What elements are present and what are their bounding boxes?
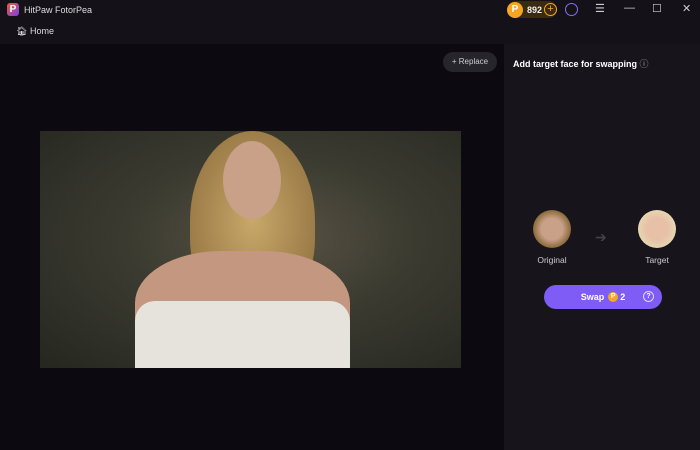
home-link[interactable]: 🏠︎ Home	[16, 26, 54, 37]
coin-count: 892	[527, 4, 543, 15]
swap-panel	[504, 44, 700, 450]
add-coins-icon[interactable]: +	[544, 3, 557, 16]
swap-cost: 2	[620, 292, 626, 302]
original-face-thumbnail[interactable]	[533, 210, 571, 248]
menu-icon[interactable]: ☰	[595, 2, 605, 15]
replace-label: Replace	[458, 57, 489, 66]
target-face-thumbnail[interactable]	[638, 210, 676, 248]
home-label: Home	[29, 26, 54, 36]
app-logo-icon: P	[7, 3, 19, 16]
swap-label: Swap	[580, 292, 605, 302]
dress-shape	[135, 301, 350, 368]
coin-icon: P	[507, 1, 523, 18]
minimize-icon[interactable]: —	[624, 2, 635, 14]
panel-title: Add target face for swapping ⓘ	[513, 59, 649, 69]
info-icon[interactable]: ⓘ	[640, 59, 649, 69]
arrow-right-icon: ➔	[595, 229, 607, 245]
face-shape	[223, 141, 281, 219]
app-title: HitPaw FotorPea	[24, 5, 93, 15]
target-label: Target	[645, 255, 669, 265]
replace-button[interactable]: + Replace	[443, 52, 497, 72]
home-icon: 🏠︎	[16, 26, 28, 36]
user-account-icon[interactable]	[565, 3, 578, 16]
help-icon[interactable]: ?	[643, 291, 654, 302]
close-icon[interactable]: ✕	[682, 2, 691, 15]
swap-button[interactable]: Swap P 2?	[544, 285, 662, 309]
original-label: Original	[537, 255, 567, 265]
coin-icon: P	[608, 292, 619, 302]
nav-bar	[0, 20, 700, 44]
maximize-icon[interactable]: ☐	[652, 2, 662, 15]
source-image	[40, 131, 461, 368]
